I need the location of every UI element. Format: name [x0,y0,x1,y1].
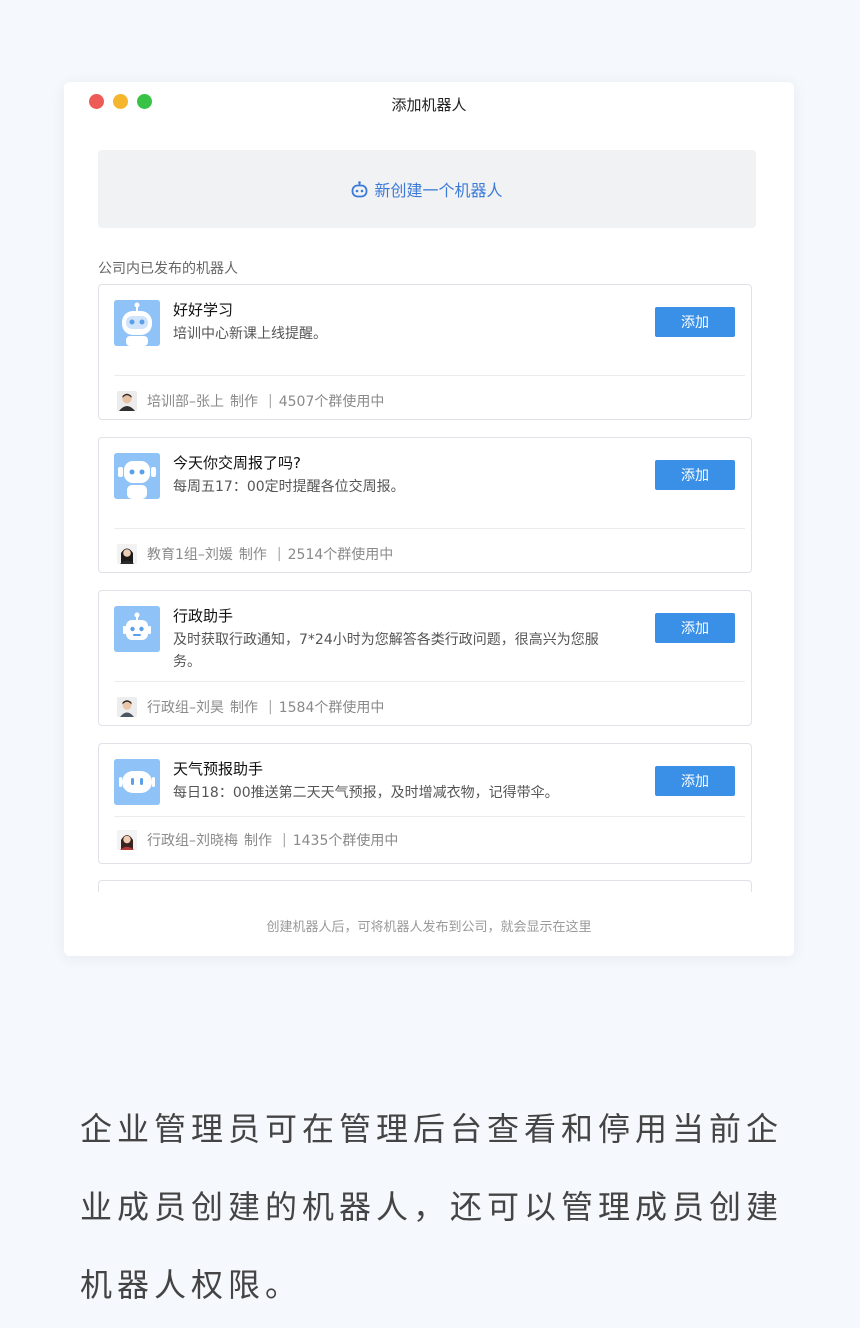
robot-name: 今天你交周报了吗? [173,454,301,472]
caption-text: 企业管理员可在管理后台查看和停用当前企业成员创建的机器人，还可以管理成员创建机器… [80,1110,784,1304]
made-label: 制作 [230,394,258,410]
robot-description: 每周五17：00定时提醒各位交周报。 [173,479,405,495]
maker-avatar [117,830,137,850]
robot-maker-info: 教育1组–刘媛 制作 | 2514个群使用中 [117,543,393,565]
title-bar: 添加机器人 [64,82,794,128]
robot-icon [352,180,368,197]
robot-avatar-icon [114,453,160,499]
maker-name: 行政组–刘晓梅 [147,833,238,849]
made-label: 制作 [238,547,267,563]
usage-count: 1435个群使用中 [292,833,399,849]
usage-count: 2514个群使用中 [287,547,394,563]
card-divider [114,681,745,682]
add-robot-button[interactable]: 添加 [655,613,735,643]
robot-name: 好好学习 [173,301,234,319]
robot-avatar-icon [114,300,160,346]
robot-description: 培训中心新课上线提醒。 [173,326,327,342]
robot-maker-info: 行政组–刘昊 制作 | 1584个群使用中 [117,696,384,718]
robot-name: 天气预报助手 [173,760,264,778]
robot-avatar-icon [114,759,160,805]
footer-hint: 创建机器人后，可将机器人发布到公司，就会显示在这里 [266,920,592,935]
robot-card: 行政助手 及时获取行政通知，7*24小时为您解答各类行政问题，很高兴为您服务。 … [98,590,752,726]
made-label: 制作 [230,700,258,716]
separator: | [268,699,273,715]
made-label: 制作 [244,833,272,849]
usage-count: 1584个群使用中 [278,700,385,716]
robot-avatar-icon [114,606,160,652]
robot-card-partial [98,880,752,892]
robot-maker-info: 培训部–张上 制作 | 4507个群使用中 [117,390,384,412]
card-divider [114,528,745,529]
separator: | [268,393,273,409]
published-robots-heading: 公司内已发布的机器人 [98,261,238,277]
window-title: 添加机器人 [391,96,467,114]
robot-card: 好好学习 培训中心新课上线提醒。 添加 培训部–张上 制作 | 4507个群使用… [98,284,752,420]
robot-description: 及时获取行政通知，7*24小时为您解答各类行政问题，很高兴为您服务。 [173,632,599,670]
separator: | [276,546,282,562]
add-robot-button[interactable]: 添加 [655,307,735,337]
robot-card: 今天你交周报了吗? 每周五17：00定时提醒各位交周报。 添加 教育1组–刘媛 … [98,437,752,573]
add-robot-window: 添加机器人 新创建一个机器人 公司内已发布的机器人 好好学习 培训中心新课上线提… [64,82,794,956]
maker-name: 培训部–张上 [147,394,224,410]
create-new-robot-button[interactable]: 新创建一个机器人 [98,150,756,228]
maker-name: 行政组–刘昊 [147,700,224,716]
maker-name: 教育1组–刘媛 [147,547,233,563]
robot-list[interactable]: 好好学习 培训中心新课上线提醒。 添加 培训部–张上 制作 | 4507个群使用… [98,284,756,892]
add-robot-button[interactable]: 添加 [655,766,735,796]
add-robot-button[interactable]: 添加 [655,460,735,490]
robot-description: 每日18：00推送第二天天气预报，及时增减衣物，记得带伞。 [173,785,559,801]
maker-avatar [117,391,137,411]
separator: | [282,832,287,848]
usage-count: 4507个群使用中 [278,394,385,410]
maker-avatar [117,697,137,717]
maker-avatar [117,544,137,564]
robot-name: 行政助手 [173,607,234,625]
card-divider [114,816,745,817]
card-divider [114,375,745,376]
robot-maker-info: 行政组–刘晓梅 制作 | 1435个群使用中 [117,829,398,851]
robot-card: 天气预报助手 每日18：00推送第二天天气预报，及时增减衣物，记得带伞。 添加 … [98,743,752,864]
create-new-robot-label: 新创建一个机器人 [374,181,503,200]
